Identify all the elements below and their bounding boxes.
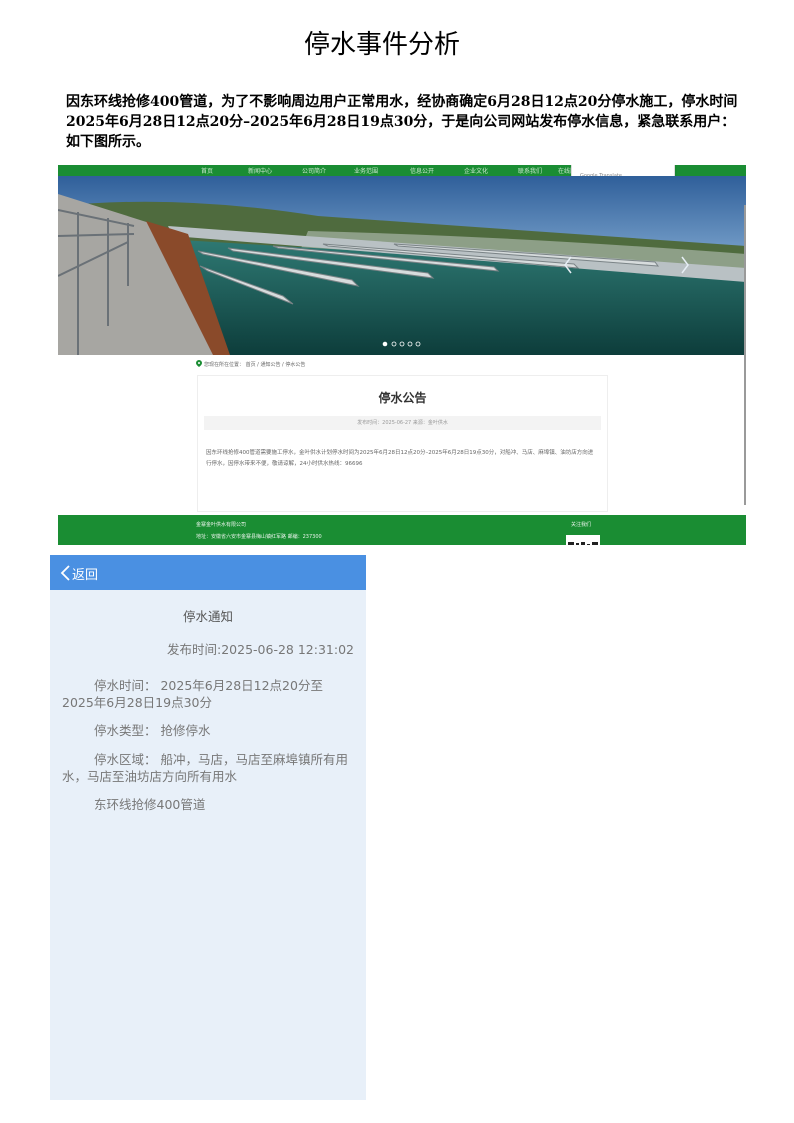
- document-intro: 因东环线抢修400管道，为了不影响周边用户正常用水，经协商确定6月28日12点2…: [66, 94, 738, 150]
- site-footer: 金寨金叶供水有限公司 地址：安徽省六安市金寨县梅山镇红军路 邮编：237300 …: [58, 515, 746, 545]
- mobile-screenshot: 返回 停水通知 发布时间:2025-06-28 12:31:02 停水时间： 2…: [50, 555, 366, 1100]
- footer-address: 地址：安徽省六安市金寨县梅山镇红军路 邮编：237300: [196, 534, 322, 540]
- nav-item[interactable]: 信息公开: [410, 166, 434, 175]
- mobile-paragraph: 停水时间： 2025年6月28日12点20分至2025年6月28日19点30分: [62, 678, 323, 710]
- mobile-notice-title: 停水通知: [182, 609, 233, 624]
- mobile-publish-time: 发布时间:2025-06-28 12:31:02: [167, 642, 354, 657]
- notice-title: 停水公告: [378, 391, 427, 405]
- carousel-prev-icon[interactable]: [563, 256, 573, 274]
- nav-item[interactable]: 首页: [201, 166, 213, 175]
- hero-banner: [58, 176, 746, 355]
- qr-code: [566, 535, 600, 545]
- back-button[interactable]: 返回: [72, 564, 98, 583]
- notice-meta: 发布时间：2025-06-27 来源：金叶供水: [204, 416, 601, 430]
- mobile-paragraph: 停水区域： 船冲，马店，马店至麻埠镇所有用水，马店至油坊店方向所有用水: [62, 752, 348, 784]
- page-scrollbar[interactable]: [744, 205, 746, 505]
- document-title: 停水事件分析: [303, 30, 460, 60]
- website-screenshot: 首页 新闻中心 公司简介 业务范围 信息公开 企业文化 联系我们 在线服务 Go…: [58, 165, 746, 545]
- breadcrumb: 您现在所在位置： 首页 / 通知公告 / 停水公告: [204, 362, 306, 368]
- location-pin-icon: [196, 360, 202, 367]
- nav-item[interactable]: 联系我们: [518, 166, 542, 175]
- qr-code-pattern: [568, 542, 598, 545]
- notice-card: 停水公告 发布时间：2025-06-27 来源：金叶供水 因东环线抢修400管道…: [197, 375, 608, 512]
- footer-company: 金寨金叶供水有限公司: [196, 522, 247, 528]
- water-plant-image: [58, 176, 746, 355]
- notice-body: 因东环线抢修400管道需要施工停水，金叶供水计划停水时间为2025年6月28日1…: [206, 450, 594, 467]
- nav-item[interactable]: 业务范围: [354, 166, 378, 175]
- nav-item[interactable]: 企业文化: [464, 166, 488, 175]
- nav-item[interactable]: 新闻中心: [248, 166, 272, 175]
- carousel-next-icon[interactable]: [680, 256, 690, 274]
- mobile-paragraph: 停水类型： 抢修停水: [94, 723, 211, 738]
- nav-item[interactable]: 公司简介: [302, 166, 326, 175]
- mobile-header: 返回: [50, 555, 366, 590]
- back-chevron-icon[interactable]: [59, 564, 71, 582]
- footer-follow-label: 关注我们: [571, 522, 592, 528]
- mobile-paragraph: 东环线抢修400管道: [94, 797, 206, 812]
